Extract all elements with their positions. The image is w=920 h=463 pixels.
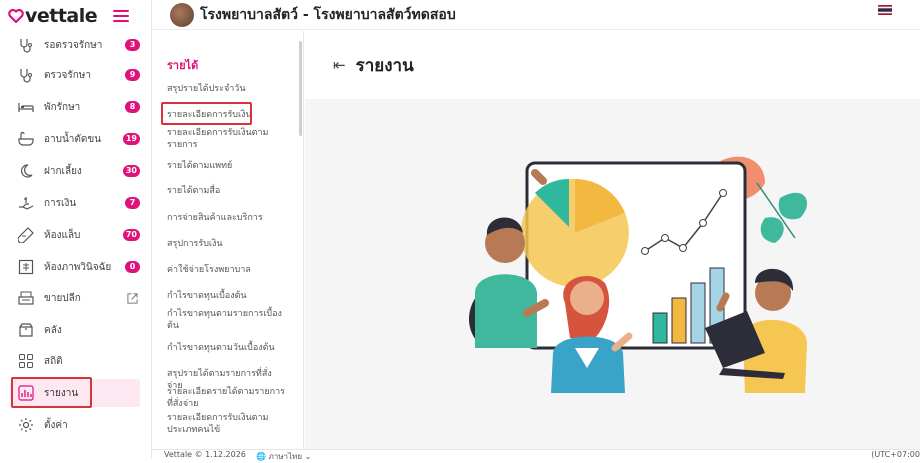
- submenu-heading: รายได้: [167, 59, 199, 72]
- sidebar-item-finance[interactable]: การเงิน 7: [10, 189, 140, 217]
- submenu-item[interactable]: สรุปการรับเงิน: [167, 238, 287, 250]
- sidebar-item-label: คลัง: [44, 324, 62, 336]
- count-badge: 30: [122, 165, 140, 177]
- gear-icon: [19, 418, 33, 432]
- grid-icon: [19, 354, 33, 368]
- count-badge: 9: [125, 69, 140, 81]
- sidebar-item-label: ขายปลีก: [44, 292, 81, 304]
- collapse-left-icon[interactable]: ⇤: [333, 57, 346, 73]
- sidebar-item-imaging[interactable]: ห้องภาพวินิจฉัย 0: [10, 253, 140, 281]
- external-link-icon[interactable]: [127, 292, 138, 304]
- count-badge: 70: [122, 229, 140, 241]
- highlight-box: [161, 102, 252, 125]
- sidebar-item-boarding[interactable]: ฝากเลี้ยง 30: [10, 157, 140, 185]
- sidebar: vettale รอตรวจรักษา 3 ตรวจรักษา 9 พักรัก…: [0, 0, 152, 459]
- sidebar-item-waiting[interactable]: รอตรวจรักษา 3: [10, 31, 140, 59]
- count-badge: 8: [125, 101, 140, 113]
- submenu-item[interactable]: กำไรขาดทุนตามวันเบื้องต้น: [167, 342, 287, 354]
- sidebar-item-label: พักรักษา: [44, 101, 81, 113]
- sidebar-item-label: ห้องภาพวินิจฉัย: [44, 261, 112, 273]
- sidebar-item-label: การเงิน: [44, 197, 77, 209]
- language-selector[interactable]: 🌐 ภาษาไทย ⌄: [256, 450, 311, 463]
- register-icon: [18, 291, 34, 305]
- count-badge: 19: [122, 133, 140, 145]
- xray-icon: [18, 259, 34, 275]
- submenu-item[interactable]: รายได้ตามแพทย์: [167, 160, 287, 172]
- top-bar: โรงพยาบาลสัตว์ - โรงพยาบาลสัตว์ทดสอบ: [152, 0, 920, 30]
- clinic-avatar[interactable]: [170, 2, 194, 27]
- submenu-item[interactable]: ค่าใช้จ่ายโรงพยาบาล: [167, 264, 287, 276]
- logo-row: vettale: [0, 0, 151, 32]
- submenu-item[interactable]: สรุปรายได้ประจำวัน: [167, 83, 287, 95]
- sidebar-item-label: รอตรวจรักษา: [44, 39, 103, 51]
- bed-icon: [18, 103, 34, 112]
- highlight-box: [11, 377, 92, 408]
- report-illustration: [468, 156, 808, 393]
- stethoscope-icon: [20, 69, 32, 83]
- brand-logo[interactable]: vettale: [8, 5, 98, 27]
- thai-flag-icon[interactable]: [878, 5, 892, 15]
- sidebar-item-statistics[interactable]: สถิติ: [10, 347, 140, 375]
- submenu-item[interactable]: รายละเอียดการรับเงินตามรายการ: [167, 127, 287, 151]
- report-submenu: รายได้ สรุปรายได้ประจำวัน รายละเอียดการร…: [152, 31, 304, 449]
- test-tube-icon: [18, 227, 34, 243]
- sidebar-item-inventory[interactable]: คลัง: [10, 316, 140, 344]
- heart-logo-icon: [8, 8, 24, 24]
- sidebar-item-label: อาบน้ำตัดขน: [44, 133, 102, 145]
- sidebar-item-grooming[interactable]: อาบน้ำตัดขน 19: [10, 125, 140, 153]
- stethoscope-icon: [20, 39, 32, 53]
- moon-icon: [20, 164, 33, 178]
- clinic-title[interactable]: โรงพยาบาลสัตว์ - โรงพยาบาลสัตว์ทดสอบ: [200, 4, 456, 26]
- submenu-item[interactable]: รายละเอียดรายได้ตามรายการที่สั่งจ่าย: [167, 386, 287, 410]
- hand-money-icon: [19, 197, 34, 210]
- page-title: รายงาน: [355, 55, 414, 76]
- sidebar-item-inpatient[interactable]: พักรักษา 8: [10, 93, 140, 121]
- sidebar-item-label: ตรวจรักษา: [44, 69, 91, 81]
- main-content: ⇤ รายงาน: [305, 31, 920, 449]
- box-icon: [19, 323, 33, 337]
- hamburger-menu-icon[interactable]: [113, 10, 129, 22]
- page-header: ⇤ รายงาน: [305, 31, 920, 99]
- submenu-item[interactable]: รายได้ตามสื่อ: [167, 185, 287, 197]
- language-label: ภาษาไทย: [268, 452, 303, 461]
- sidebar-item-label: ตั้งค่า: [44, 419, 68, 431]
- bathtub-icon: [18, 131, 34, 146]
- count-badge: 7: [125, 197, 140, 209]
- sidebar-item-treatment[interactable]: ตรวจรักษา 9: [10, 61, 140, 89]
- footer: Vettale © 1.12.2026 🌐 ภาษาไทย ⌄ (UTC+07:…: [152, 449, 920, 461]
- sidebar-item-settings[interactable]: ตั้งค่า: [10, 411, 140, 439]
- submenu-scrollbar[interactable]: [299, 41, 302, 136]
- timezone-text: (UTC+07:00: [871, 450, 920, 459]
- submenu-item[interactable]: กำไรขาดทุนตามรายการเบื้องต้น: [167, 308, 287, 332]
- version-text: Vettale © 1.12.2026: [164, 450, 246, 459]
- sidebar-item-label: ฝากเลี้ยง: [44, 165, 82, 177]
- count-badge: 0: [125, 261, 140, 273]
- submenu-item[interactable]: กำไรขาดทุนเบื้องต้น: [167, 290, 287, 302]
- sidebar-item-label: ห้องแล็บ: [44, 229, 81, 241]
- sidebar-item-label: สถิติ: [44, 355, 63, 367]
- submenu-item[interactable]: รายละเอียดการรับเงินตามประเภทคนไข้: [167, 412, 287, 436]
- brand-name: vettale: [25, 5, 98, 27]
- sidebar-item-lab[interactable]: ห้องแล็บ 70: [10, 221, 140, 249]
- sidebar-item-retail[interactable]: ขายปลีก: [10, 284, 140, 312]
- count-badge: 3: [125, 39, 140, 51]
- submenu-item[interactable]: การจ่ายสินค้าและบริการ: [167, 212, 287, 224]
